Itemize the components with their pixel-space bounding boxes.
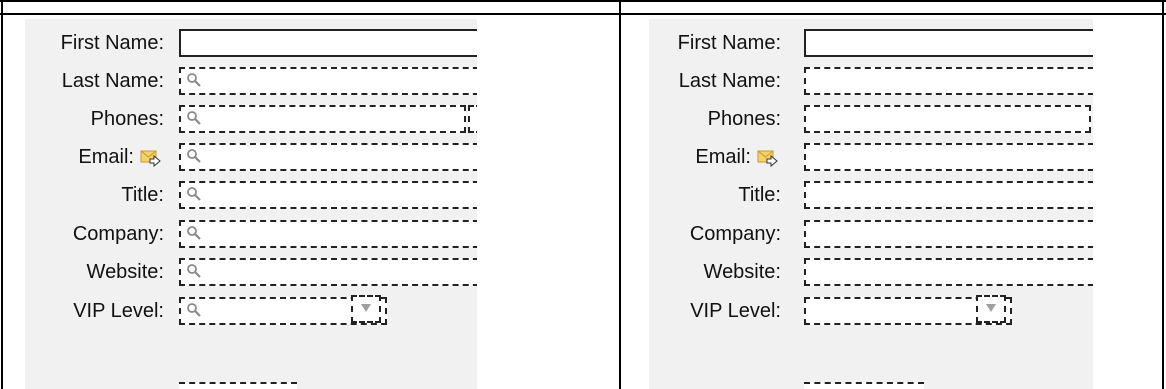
- search-field[interactable]: [179, 181, 477, 209]
- search-field[interactable]: [804, 220, 1093, 248]
- magnifier-icon: [187, 149, 201, 163]
- form-row: Company:: [25, 215, 477, 253]
- email-compose-icon[interactable]: [140, 148, 162, 170]
- dropdown-arrow-icon: [361, 304, 371, 312]
- right-form-panel: First Name: Last Name: Phones: Email: Title:…: [649, 19, 1093, 389]
- vip-level-dropdown-button[interactable]: [976, 295, 1006, 323]
- form-row: VIP Level:: [649, 292, 1093, 330]
- first-name-input[interactable]: [179, 29, 477, 57]
- email-compose-icon[interactable]: [757, 148, 779, 170]
- field-label-container: VIP Level:: [25, 292, 164, 330]
- magnifier-icon: [187, 111, 201, 125]
- document-table: First Name: Last Name: Phones: Email: Title:…: [0, 0, 1166, 389]
- search-field[interactable]: [179, 258, 477, 286]
- field-label: Company:: [72, 223, 164, 245]
- form-row: Title:: [649, 176, 1093, 214]
- search-field[interactable]: [179, 105, 466, 133]
- field-label: First Name:: [60, 32, 164, 54]
- next-field-stub: [179, 382, 297, 389]
- dropdown-arrow-icon: [986, 304, 996, 312]
- form-row: Title:: [25, 176, 477, 214]
- field-label: Title:: [738, 184, 781, 206]
- search-field[interactable]: [804, 105, 1091, 133]
- field-label-container: Website:: [649, 253, 781, 291]
- field-label-container: Last Name:: [25, 62, 164, 100]
- field-label-container: Website:: [25, 253, 164, 291]
- form-row: Phones:: [649, 100, 1093, 138]
- left-form-panel: First Name: Last Name: Phones: Email: Title:…: [25, 19, 477, 389]
- form-row: Last Name:: [649, 62, 1093, 100]
- field-label-container: Company:: [25, 215, 164, 253]
- form-row: First Name:: [649, 24, 1093, 62]
- field-label: Email:: [695, 146, 751, 168]
- field-label: Phones:: [90, 108, 164, 130]
- search-field[interactable]: [804, 258, 1093, 286]
- field-label: VIP Level:: [690, 300, 781, 322]
- form-row: Last Name:: [25, 62, 477, 100]
- field-label: Phones:: [707, 108, 781, 130]
- field-label-container: VIP Level:: [649, 292, 781, 330]
- form-row: Website:: [25, 253, 477, 291]
- magnifier-icon: [187, 73, 201, 87]
- search-field[interactable]: [804, 67, 1093, 95]
- magnifier-icon: [187, 303, 201, 317]
- phones-secondary-field[interactable]: [468, 105, 477, 133]
- field-label-container: Last Name:: [649, 62, 781, 100]
- table-top-rule: [0, 0, 1166, 2]
- table-left-border: [1, 0, 3, 389]
- search-field[interactable]: [804, 181, 1093, 209]
- field-label: Website:: [86, 261, 164, 283]
- field-label: Company:: [689, 223, 781, 245]
- field-label-container: First Name:: [25, 24, 164, 62]
- table-header-underline: [0, 13, 670, 15]
- table-header-underline-right: [670, 13, 1166, 15]
- field-label: VIP Level:: [73, 300, 164, 322]
- first-name-input[interactable]: [804, 29, 1093, 57]
- field-label-container: Title:: [649, 176, 781, 214]
- field-label-container: Phones:: [25, 100, 164, 138]
- table-middle-divider: [619, 0, 621, 389]
- field-label-container: Title:: [25, 176, 164, 214]
- form-row: Email:: [649, 138, 1093, 176]
- form-row: Website:: [649, 253, 1093, 291]
- field-label: Last Name:: [678, 70, 781, 92]
- magnifier-icon: [187, 187, 201, 201]
- field-label-container: First Name:: [649, 24, 781, 62]
- next-field-stub: [804, 382, 924, 389]
- search-field[interactable]: [179, 143, 477, 171]
- form-row: First Name:: [25, 24, 477, 62]
- field-label-container: Company:: [649, 215, 781, 253]
- vip-level-dropdown-button[interactable]: [351, 295, 381, 323]
- field-label: Website:: [703, 261, 781, 283]
- search-field[interactable]: [179, 220, 477, 248]
- form-row: Email:: [25, 138, 477, 176]
- table-right-border: [1162, 0, 1164, 389]
- form-row: VIP Level:: [25, 292, 477, 330]
- form-row: Phones:: [25, 100, 477, 138]
- search-field[interactable]: [804, 143, 1093, 171]
- field-label: Last Name:: [61, 70, 164, 92]
- field-label: Email:: [78, 146, 134, 168]
- form-row: Company:: [649, 215, 1093, 253]
- search-field[interactable]: [179, 67, 477, 95]
- magnifier-icon: [187, 264, 201, 278]
- field-label: First Name:: [677, 32, 781, 54]
- field-label: Title:: [121, 184, 164, 206]
- field-label-container: Phones:: [649, 100, 781, 138]
- magnifier-icon: [187, 226, 201, 240]
